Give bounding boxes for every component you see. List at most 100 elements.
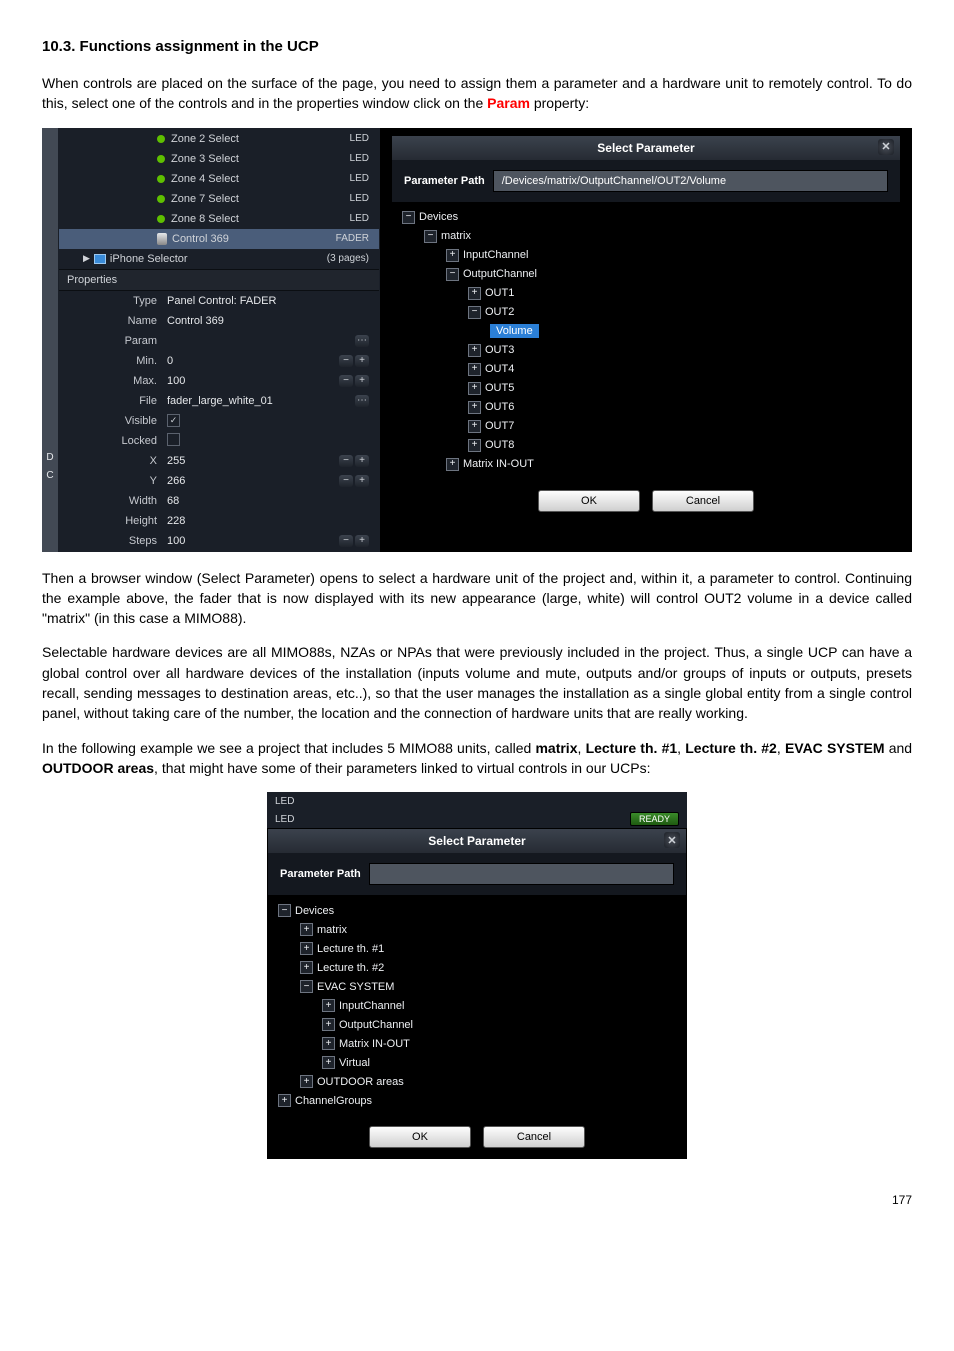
tree-toggle-icon[interactable]: − <box>402 211 415 224</box>
tree-node[interactable]: +OUT4 <box>392 360 900 379</box>
tree-node[interactable]: −Devices <box>268 901 686 920</box>
tree-node[interactable]: +matrix <box>268 920 686 939</box>
tree-node[interactable]: +Lecture th. #1 <box>268 939 686 958</box>
tree-node[interactable]: +OUTDOOR areas <box>268 1072 686 1091</box>
tree-toggle-icon[interactable]: − <box>468 306 481 319</box>
cancel-button[interactable]: Cancel <box>652 490 754 512</box>
side-badge-c[interactable]: C <box>43 467 57 485</box>
param-path-value[interactable] <box>369 863 674 885</box>
tree-node[interactable]: +Lecture th. #2 <box>268 958 686 977</box>
property-value[interactable]: 100 <box>167 375 339 387</box>
tree-node[interactable]: +Matrix IN-OUT <box>392 455 900 474</box>
tree-toggle-icon[interactable]: − <box>300 980 313 993</box>
tree-toggle-icon[interactable]: − <box>424 230 437 243</box>
property-value[interactable]: 100 <box>167 535 339 547</box>
param-path-value[interactable]: /Devices/matrix/OutputChannel/OUT2/Volum… <box>493 170 888 192</box>
control-label: Zone 3 Select <box>171 153 350 165</box>
property-value[interactable]: fader_large_white_01 <box>167 395 355 407</box>
tree-node[interactable]: +OUT6 <box>392 398 900 417</box>
tree-node[interactable]: +OUT7 <box>392 417 900 436</box>
dialog-title: Select Parameter <box>428 834 525 848</box>
spinner-plus[interactable]: + <box>355 455 369 467</box>
control-type-tag: LED <box>350 133 373 144</box>
tree-toggle-icon[interactable]: + <box>300 923 313 936</box>
tree-toggle-icon[interactable]: − <box>278 904 291 917</box>
tree-toggle-icon[interactable]: + <box>468 401 481 414</box>
property-value[interactable]: Control 369 <box>167 315 373 327</box>
spinner-plus[interactable]: + <box>355 355 369 367</box>
tree-node[interactable]: +OUT8 <box>392 436 900 455</box>
cancel-button[interactable]: Cancel <box>483 1126 585 1148</box>
tree-node[interactable]: +Virtual <box>268 1053 686 1072</box>
side-badge-d[interactable]: D <box>43 449 57 467</box>
tree-toggle-icon[interactable]: + <box>300 1075 313 1088</box>
control-list-row[interactable]: Zone 2 SelectLED <box>59 129 379 149</box>
property-value[interactable]: 0 <box>167 355 339 367</box>
spinner-minus[interactable]: − <box>339 455 353 467</box>
control-list-row[interactable]: Zone 4 SelectLED <box>59 169 379 189</box>
tree-toggle-icon[interactable]: + <box>322 1056 335 1069</box>
parameter-tree[interactable]: −Devices+matrix+Lecture th. #1+Lecture t… <box>268 895 686 1116</box>
tree-node[interactable]: +OUT3 <box>392 341 900 360</box>
property-value[interactable]: 255 <box>167 455 339 467</box>
browse-button[interactable]: ⋯ <box>355 335 369 347</box>
tree-toggle-icon[interactable]: + <box>278 1094 291 1107</box>
tree-toggle-icon[interactable]: − <box>446 268 459 281</box>
tree-node[interactable]: −matrix <box>392 227 900 246</box>
tree-node[interactable]: +Matrix IN-OUT <box>268 1034 686 1053</box>
control-list-row[interactable]: Zone 7 SelectLED <box>59 189 379 209</box>
tree-toggle-icon[interactable]: + <box>322 999 335 1012</box>
spinner-plus[interactable]: + <box>355 535 369 547</box>
tree-toggle-icon[interactable]: + <box>446 458 459 471</box>
property-row: X255−+ <box>59 451 379 471</box>
tree-toggle-icon[interactable]: + <box>468 439 481 452</box>
parameter-tree[interactable]: −Devices−matrix+InputChannel−OutputChann… <box>392 202 900 480</box>
tree-toggle-icon[interactable]: + <box>446 249 459 262</box>
tree-toggle-icon[interactable]: + <box>322 1018 335 1031</box>
tree-node[interactable]: −OUT2 <box>392 303 900 322</box>
tree-node[interactable]: −EVAC SYSTEM <box>268 977 686 996</box>
expand-icon[interactable]: ▶ <box>83 253 90 264</box>
ok-button[interactable]: OK <box>538 490 640 512</box>
ok-button[interactable]: OK <box>369 1126 471 1148</box>
tree-node[interactable]: +OUT5 <box>392 379 900 398</box>
spinner-minus[interactable]: − <box>339 535 353 547</box>
control-list-row[interactable]: Zone 8 SelectLED <box>59 209 379 229</box>
tree-node[interactable]: −Devices <box>392 208 900 227</box>
tree-node[interactable]: +InputChannel <box>392 246 900 265</box>
property-value[interactable]: 228 <box>167 515 373 527</box>
dialog-close-button[interactable]: ✕ <box>664 832 680 848</box>
dev-matrix: matrix <box>535 740 577 756</box>
spinner-minus[interactable]: − <box>339 375 353 387</box>
checkbox[interactable]: ✓ <box>167 414 180 427</box>
tree-toggle-icon[interactable]: + <box>300 942 313 955</box>
tree-toggle-icon[interactable]: + <box>300 961 313 974</box>
tree-node[interactable]: +ChannelGroups <box>268 1091 686 1110</box>
tree-node[interactable]: −OutputChannel <box>392 265 900 284</box>
checkbox[interactable] <box>167 433 180 446</box>
property-row: Locked <box>59 431 379 451</box>
control-list-row[interactable]: Control 369FADER <box>59 229 379 249</box>
tree-toggle-icon[interactable]: + <box>468 420 481 433</box>
spinner-plus[interactable]: + <box>355 475 369 487</box>
tree-node[interactable]: +OutputChannel <box>268 1015 686 1034</box>
tree-node-label: OUT2 <box>485 306 514 318</box>
tree-toggle-icon[interactable]: + <box>468 363 481 376</box>
property-value[interactable]: 266 <box>167 475 339 487</box>
control-list-row[interactable]: ▶iPhone Selector(3 pages) <box>59 249 379 269</box>
tree-toggle-icon[interactable]: + <box>322 1037 335 1050</box>
spinner-plus[interactable]: + <box>355 375 369 387</box>
spinner-minus[interactable]: − <box>339 355 353 367</box>
tree-toggle-icon[interactable]: + <box>468 344 481 357</box>
tree-toggle-icon[interactable]: + <box>468 382 481 395</box>
property-value[interactable]: 68 <box>167 495 373 507</box>
tree-node[interactable]: Volume <box>392 322 900 341</box>
dialog-close-button[interactable]: ✕ <box>878 139 894 155</box>
tree-toggle-icon[interactable]: + <box>468 287 481 300</box>
tree-node[interactable]: +InputChannel <box>268 996 686 1015</box>
spinner-minus[interactable]: − <box>339 475 353 487</box>
property-value[interactable]: Panel Control: FADER <box>167 295 373 307</box>
tree-node[interactable]: +OUT1 <box>392 284 900 303</box>
control-list-row[interactable]: Zone 3 SelectLED <box>59 149 379 169</box>
browse-button[interactable]: ⋯ <box>355 395 369 407</box>
